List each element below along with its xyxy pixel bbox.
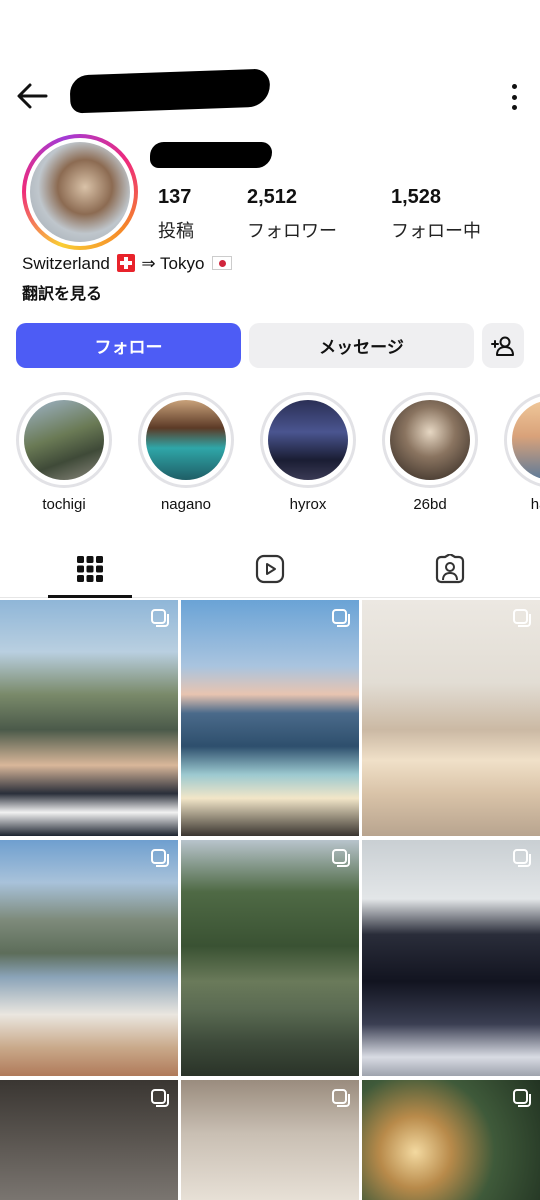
avatar	[30, 142, 130, 242]
highlight-label: 26bd	[413, 496, 447, 513]
bio-from: Switzerland	[22, 254, 110, 273]
active-tab-indicator	[48, 595, 132, 598]
post-thumbnail[interactable]	[181, 600, 359, 836]
posts-grid	[0, 600, 540, 1200]
carousel-icon	[151, 1089, 169, 1107]
stat-posts[interactable]: 137 投稿	[158, 186, 194, 243]
suggest-users-button[interactable]	[482, 323, 524, 368]
bio-to: Tokyo	[160, 254, 205, 273]
see-translation-link[interactable]: 翻訳を見る	[22, 280, 102, 304]
carousel-icon	[332, 609, 350, 627]
profile-header	[0, 64, 540, 128]
followers-label: フォロワー	[247, 221, 337, 241]
highlight-nagano[interactable]: nagano	[138, 392, 234, 513]
carousel-icon	[513, 1089, 531, 1107]
highlight-label: nagano	[160, 496, 212, 513]
post-thumbnail[interactable]	[0, 600, 178, 836]
highlight-tochigi[interactable]: tochigi	[16, 392, 112, 513]
carousel-icon	[151, 849, 169, 867]
tab-reels[interactable]	[230, 540, 310, 598]
add-user-icon	[491, 336, 514, 356]
posts-label: 投稿	[158, 221, 194, 241]
carousel-icon	[332, 1089, 350, 1107]
avatar-story-ring[interactable]	[22, 134, 138, 250]
carousel-icon	[513, 609, 531, 627]
highlight-26bd[interactable]: 26bd	[382, 392, 478, 513]
followers-count: 2,512	[247, 186, 298, 208]
redacted-username	[69, 68, 271, 114]
highlight-hawaii[interactable]: hawaii	[504, 392, 540, 513]
tab-posts-grid[interactable]	[50, 540, 130, 598]
highlight-label: hyrox	[289, 496, 327, 513]
tagged-icon	[435, 554, 465, 584]
reels-icon	[255, 554, 285, 584]
following-count: 1,528	[391, 186, 442, 208]
more-options-button[interactable]	[510, 84, 518, 110]
post-thumbnail[interactable]	[362, 1080, 540, 1200]
bio-arrow: ⇒	[141, 254, 156, 273]
post-thumbnail[interactable]	[362, 840, 540, 1076]
profile-tabs	[0, 540, 540, 598]
stat-following[interactable]: 1,528 フォロー中	[391, 186, 481, 243]
carousel-icon	[513, 849, 531, 867]
redacted-display-name	[150, 142, 272, 168]
bio-text: Switzerland ⇒ Tokyo	[22, 254, 233, 274]
back-button[interactable]	[14, 80, 50, 112]
follow-button[interactable]: フォロー	[16, 323, 241, 368]
stat-followers[interactable]: 2,512 フォロワー	[247, 186, 337, 243]
post-thumbnail[interactable]	[0, 840, 178, 1076]
highlight-label: tochigi	[42, 496, 86, 513]
carousel-icon	[332, 849, 350, 867]
posts-count: 137	[158, 186, 192, 208]
post-thumbnail[interactable]	[0, 1080, 178, 1200]
message-button[interactable]: メッセージ	[249, 323, 474, 368]
swiss-flag-icon	[116, 254, 135, 272]
following-label: フォロー中	[391, 221, 481, 241]
highlight-hyrox[interactable]: hyrox	[260, 392, 356, 513]
carousel-icon	[151, 609, 169, 627]
story-highlights: tochigi nagano hyrox 26bd hawaii	[0, 392, 540, 522]
arrow-left-icon	[17, 83, 48, 109]
more-vertical-icon	[511, 84, 517, 89]
grid-icon	[77, 556, 103, 582]
post-thumbnail[interactable]	[181, 1080, 359, 1200]
tab-tagged[interactable]	[410, 540, 490, 598]
highlight-label: hawaii	[530, 496, 540, 513]
japan-flag-icon	[212, 256, 233, 270]
post-thumbnail[interactable]	[362, 600, 540, 836]
post-thumbnail[interactable]	[181, 840, 359, 1076]
